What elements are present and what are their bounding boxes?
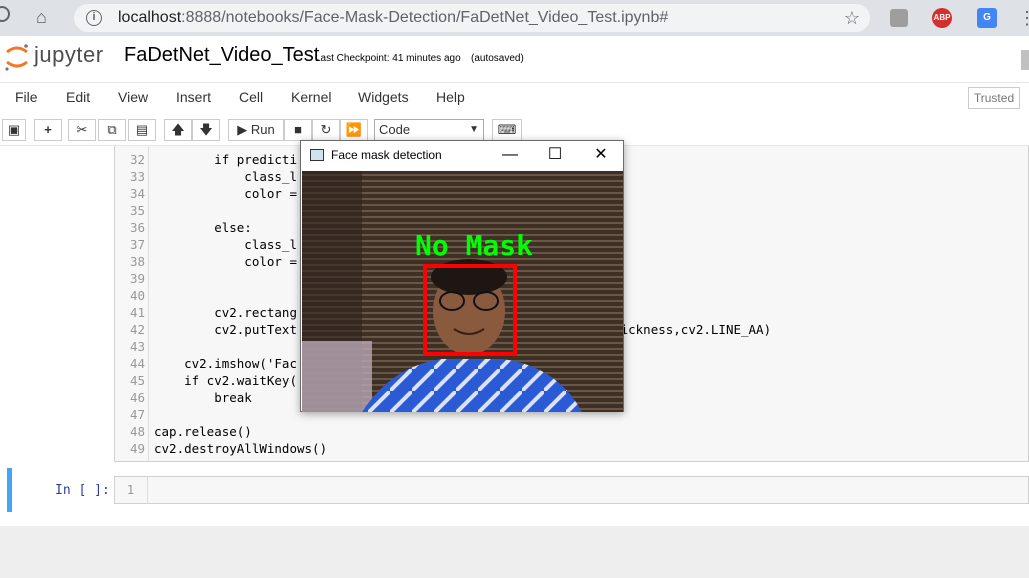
line-number: 40: [129, 288, 145, 303]
line-number: 45: [129, 373, 145, 388]
face-mask-detection-window[interactable]: Face mask detection — ☐ ✕ No Mask: [300, 140, 624, 412]
notebook-name[interactable]: FaDetNet_Video_Test: [124, 44, 319, 67]
line-number: 37: [129, 237, 145, 252]
line-number: 33: [129, 169, 145, 184]
keyboard-icon[interactable]: ⌨: [492, 119, 522, 141]
jupyter-wordmark: jupyter: [34, 42, 104, 67]
cut-icon[interactable]: ✂: [68, 119, 96, 141]
move-down-icon[interactable]: 🡇: [192, 119, 220, 141]
code-line: color =: [154, 254, 297, 269]
line-number: 46: [129, 390, 145, 405]
line-number: 42: [129, 322, 145, 337]
line-number: 47: [129, 407, 145, 422]
menu-widgets[interactable]: Widgets: [358, 89, 409, 105]
line-number: 41: [129, 305, 145, 320]
cell-input[interactable]: [114, 476, 1029, 504]
face-bounding-box: [423, 264, 517, 356]
line-number: 39: [129, 271, 145, 286]
close-icon[interactable]: ✕: [590, 145, 612, 165]
line-number: 32: [129, 152, 145, 167]
cell-type-select[interactable]: Code ▼: [374, 119, 484, 141]
fast-forward-icon[interactable]: ⏩: [340, 119, 368, 141]
cell-type-value: Code: [379, 122, 411, 137]
maximize-icon[interactable]: ☐: [544, 145, 566, 165]
home-icon[interactable]: ⌂: [36, 7, 47, 28]
stop-icon[interactable]: ■: [284, 119, 312, 141]
cell-line-number: 1: [114, 476, 148, 504]
jupyter-logo-icon: [5, 44, 28, 71]
autosave-status: (autosaved): [471, 53, 524, 64]
line-number: 44: [129, 356, 145, 371]
code-line: break: [154, 390, 252, 405]
code-line: cap.release(): [154, 424, 252, 439]
trusted-badge[interactable]: Trusted: [968, 87, 1020, 109]
info-icon[interactable]: i: [86, 10, 102, 26]
move-up-icon[interactable]: 🡅: [164, 119, 192, 141]
window-icon: [310, 149, 324, 161]
code-line: if predicti: [154, 152, 297, 167]
code-line: if cv2.waitKey(: [154, 373, 297, 388]
run-button[interactable]: ▶ Run: [228, 119, 284, 141]
line-number: 43: [129, 339, 145, 354]
code-line: cv2.rectang: [154, 305, 297, 320]
scrollbar[interactable]: [1021, 50, 1029, 70]
restart-icon[interactable]: ↻: [312, 119, 340, 141]
line-number: 34: [129, 186, 145, 201]
chevron-down-icon: ▼: [469, 124, 479, 135]
code-line: cv2.imshow('Fac: [154, 356, 297, 371]
extension-icon[interactable]: [890, 9, 908, 27]
line-number: 35: [129, 203, 145, 218]
run-label: Run: [250, 122, 275, 137]
adblock-icon[interactable]: ABP: [932, 8, 952, 28]
save-icon[interactable]: ▣: [2, 119, 26, 141]
browser-menu-icon[interactable]: ⋮: [1018, 8, 1029, 29]
line-number: 38: [129, 254, 145, 269]
code-line: cv2.destroyAllWindows(): [154, 441, 328, 456]
copy-icon[interactable]: ⧉: [98, 119, 126, 141]
translate-icon[interactable]: G: [977, 8, 997, 28]
line-number: 49: [129, 441, 145, 456]
code-line: else:: [154, 220, 252, 235]
checkpoint-status: Last Checkpoint: 41 minutes ago: [315, 53, 461, 64]
bookmark-star-icon[interactable]: ☆: [844, 4, 860, 32]
menu-edit[interactable]: Edit: [66, 89, 90, 105]
url-text: localhost:8888/notebooks/Face-Mask-Detec…: [118, 9, 669, 26]
video-frame: No Mask: [302, 171, 623, 412]
menu-view[interactable]: View: [118, 89, 148, 105]
window-titlebar[interactable]: Face mask detection — ☐ ✕: [301, 141, 623, 171]
input-prompt: In [ ]:: [55, 483, 110, 498]
paste-icon[interactable]: ▤: [128, 119, 156, 141]
code-line: class_l: [154, 237, 297, 252]
menu-kernel[interactable]: Kernel: [291, 89, 331, 105]
back-icon[interactable]: [0, 6, 10, 22]
code-line: class_l: [154, 169, 297, 184]
menu-cell[interactable]: Cell: [239, 89, 263, 105]
minimize-icon[interactable]: —: [499, 145, 521, 165]
menu-file[interactable]: File: [15, 89, 38, 105]
line-number: 48: [129, 424, 145, 439]
code-line: color =: [154, 186, 297, 201]
address-bar[interactable]: i localhost:8888/notebooks/Face-Mask-Det…: [74, 4, 870, 32]
browser-toolbar: ⌂ i localhost:8888/notebooks/Face-Mask-D…: [0, 0, 1029, 36]
window-title: Face mask detection: [331, 148, 442, 162]
line-number: 36: [129, 220, 145, 235]
prediction-label: No Mask: [415, 229, 534, 262]
menu-help[interactable]: Help: [436, 89, 465, 105]
jupyter-header: jupyter FaDetNet_Video_Test Last Checkpo…: [0, 36, 1029, 82]
add-cell-icon[interactable]: +: [34, 119, 62, 141]
menu-bar: File Edit View Insert Cell Kernel Widget…: [0, 82, 1029, 112]
menu-insert[interactable]: Insert: [176, 89, 211, 105]
